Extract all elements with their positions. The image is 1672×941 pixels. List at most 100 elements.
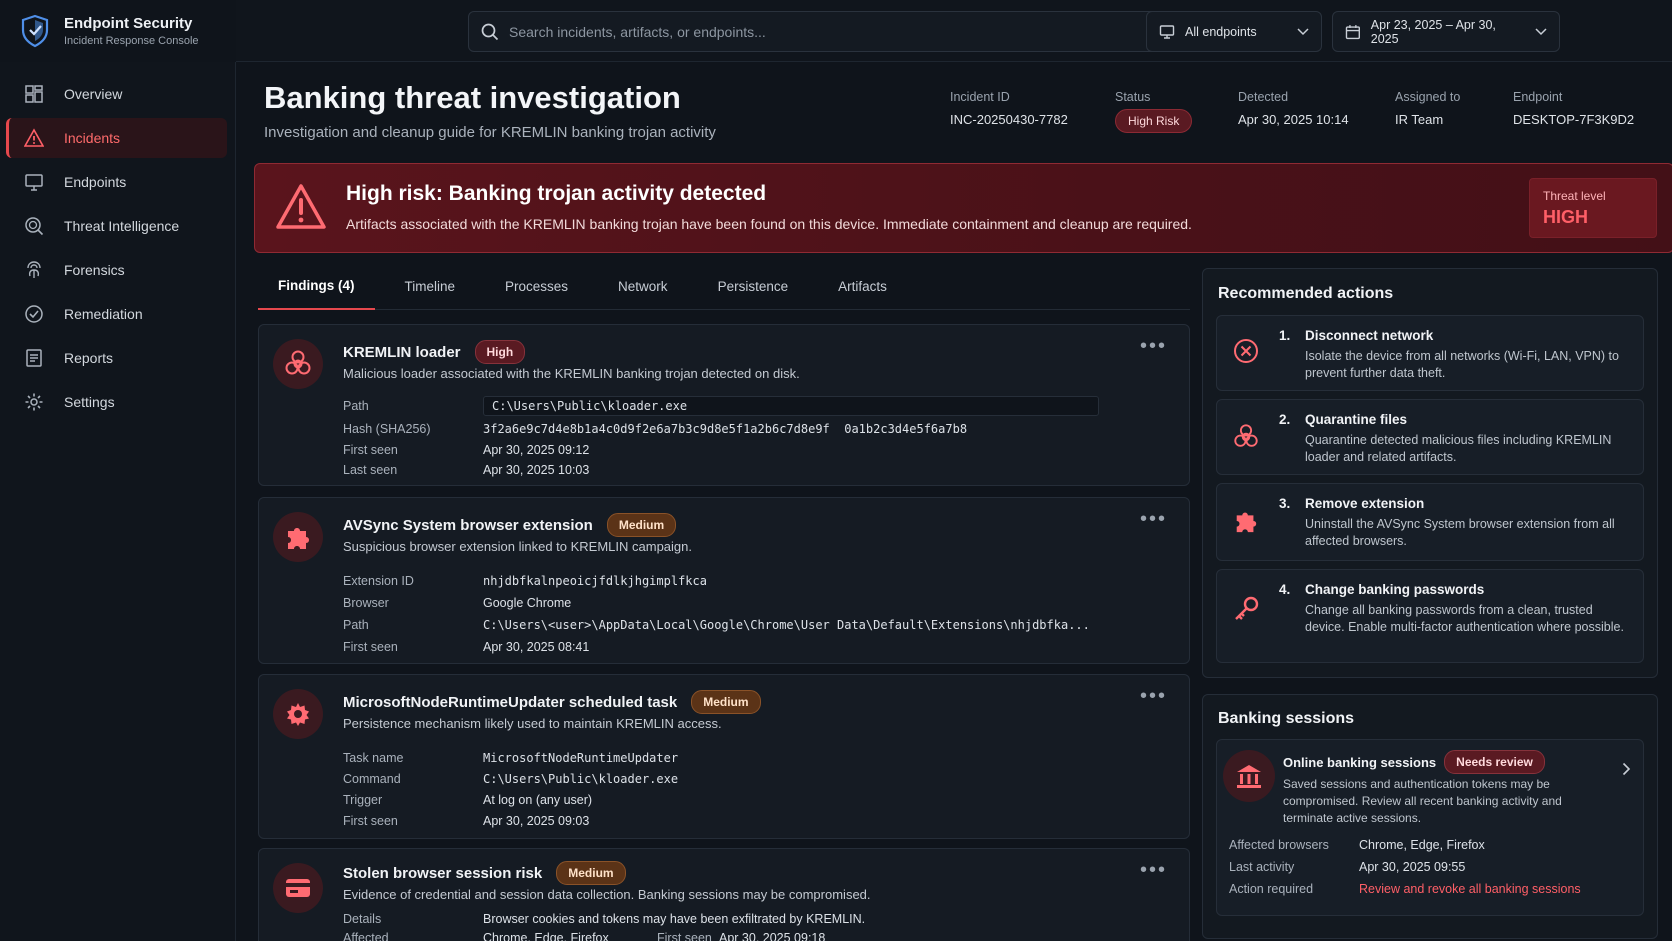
tab-artifacts[interactable]: Artifacts [818, 262, 907, 310]
tab-findings[interactable]: Findings (4) [258, 262, 375, 310]
puzzle-icon [273, 512, 323, 562]
meta-assigned: Assigned to IR Team [1395, 90, 1460, 127]
calendar-icon [1345, 24, 1360, 39]
finding-card-stolen-session[interactable]: Stolen browser session risk Medium Evide… [258, 848, 1190, 941]
sidebar-item-label: Endpoints [64, 174, 127, 190]
hash-value: 3f2a6e9c7d4e8b1a4c0d9f2e6a7b3c9d8e5f1a2b… [483, 422, 968, 437]
sidebar-item-settings[interactable]: Settings [6, 382, 227, 422]
page-title: Banking threat investigation [264, 80, 681, 115]
session-title: Online banking sessions [1283, 754, 1437, 770]
banking-sessions-panel: Banking sessions Online banking sessions… [1202, 694, 1658, 939]
sidebar-item-endpoints[interactable]: Endpoints [6, 162, 227, 202]
finding-name: Stolen browser session risk [343, 864, 543, 882]
sidebar-item-overview[interactable]: Overview [6, 74, 227, 114]
meta-label: Detected [1238, 90, 1289, 104]
session-row: Last activity Apr 30, 2025 09:55 [1229, 860, 1465, 874]
sidebar-item-label: Threat Intelligence [64, 218, 180, 234]
finding-description: Persistence mechanism likely used to mai… [343, 716, 722, 731]
search-input[interactable] [509, 23, 1169, 40]
banking-session-card[interactable]: Online banking sessions Needs review Sav… [1216, 739, 1644, 916]
detail-value: Chrome, Edge, Firefox [483, 930, 609, 941]
tab-network[interactable]: Network [598, 262, 688, 310]
detail-label: Path [343, 618, 369, 632]
sidebar-item-incidents[interactable]: Incidents [6, 118, 227, 158]
finding-title: MicrosoftNodeRuntimeUpdater scheduled ta… [343, 690, 761, 714]
shield-check-icon [25, 305, 43, 323]
monitor-icon [25, 174, 43, 191]
date-range-dropdown[interactable]: Apr 23, 2025 – Apr 30, 2025 [1332, 11, 1560, 52]
session-row-label: Action required [1229, 882, 1314, 896]
meta-value: DESKTOP-7F3K9D2 [1513, 112, 1635, 127]
detail-label: Hash (SHA256) [343, 422, 431, 437]
key-icon [1231, 594, 1261, 624]
severity-badge: Medium [556, 861, 626, 885]
session-row: Affected browsers Chrome, Edge, Firefox [1229, 838, 1485, 852]
more-options-icon[interactable]: ••• [1140, 335, 1167, 358]
path-value: C:\Users\<user>\AppData\Local\Google\Chr… [483, 618, 1090, 632]
finding-card-kremlin-loader[interactable]: KREMLIN loader High Malicious loader ass… [258, 324, 1190, 486]
action-quarantine-files[interactable]: 2. Quarantine files Quarantine detected … [1216, 399, 1644, 475]
finding-card-scheduled-task[interactable]: MicrosoftNodeRuntimeUpdater scheduled ta… [258, 674, 1190, 839]
tab-processes[interactable]: Processes [485, 262, 588, 310]
action-change-passwords[interactable]: 4. Change banking passwords Change all b… [1216, 569, 1644, 663]
detail-label: Path [343, 399, 369, 413]
more-options-icon[interactable]: ••• [1140, 508, 1167, 531]
high-risk-alert-banner: High risk: Banking trojan activity detec… [254, 163, 1672, 253]
action-disconnect-network[interactable]: 1. Disconnect network Isolate the device… [1216, 315, 1644, 391]
tab-timeline[interactable]: Timeline [385, 262, 476, 310]
app-subtitle: Incident Response Console [64, 35, 199, 47]
severity-badge: Medium [606, 513, 677, 537]
warning-icon [24, 128, 44, 147]
meta-label: Status [1115, 90, 1151, 104]
more-options-icon[interactable]: ••• [1140, 859, 1167, 882]
detail-label: Command [343, 771, 401, 786]
tab-persistence[interactable]: Persistence [698, 262, 809, 310]
bank-icon [1223, 750, 1275, 802]
finding-title: Stolen browser session risk Medium [343, 861, 626, 885]
finding-details: Extension ID nhjdbfkalnpeoicjfdlkjhgimplf… [343, 570, 1163, 658]
finding-description: Evidence of credential and session data … [343, 887, 871, 902]
detail-label: Trigger [343, 792, 383, 807]
action-remove-extension[interactable]: 3. Remove extension Uninstall the AVSync… [1216, 483, 1644, 561]
recommended-actions-panel: Recommended actions 1. Disconnect networ… [1202, 268, 1658, 678]
app-brand[interactable]: Endpoint Security Incident Response Cons… [0, 0, 236, 62]
detail-value: Apr 30, 2025 08:41 [483, 640, 590, 654]
sidebar-item-label: Reports [64, 350, 114, 366]
session-row-value: Apr 30, 2025 09:55 [1359, 860, 1466, 874]
endpoint-filter-dropdown[interactable]: All endpoints [1146, 11, 1322, 52]
finding-title: KREMLIN loader High [343, 340, 526, 364]
meta-incident-id: Incident ID INC-20250430-7782 [950, 90, 1068, 127]
detail-value: Apr 30, 2025 09:03 [483, 813, 590, 828]
chevron-right-icon[interactable] [1622, 762, 1631, 781]
finding-name: KREMLIN loader [343, 343, 461, 361]
session-header: Online banking sessions Needs review [1283, 750, 1545, 774]
action-description: Uninstall the AVSync System browser exte… [1305, 517, 1615, 548]
top-bar: All endpoints Apr 23, 2025 – Apr 30, 202… [236, 0, 1672, 62]
more-options-icon[interactable]: ••• [1140, 685, 1167, 708]
sidebar-item-label: Remediation [64, 306, 143, 322]
puzzle-icon [1231, 506, 1261, 536]
sidebar-item-threat-intelligence[interactable]: Threat Intelligence [6, 206, 227, 246]
path-value[interactable]: C:\Users\Public\kloader.exe [483, 396, 1099, 416]
sidebar-item-label: Overview [64, 86, 123, 102]
gear-icon [25, 393, 43, 411]
detail-value: C:\Users\Public\kloader.exe [483, 771, 679, 786]
sidebar-item-forensics[interactable]: Forensics [6, 250, 227, 290]
session-description: Saved sessions and authentication tokens… [1283, 777, 1562, 825]
detail-label: First seen [343, 640, 398, 654]
sidebar-item-remediation[interactable]: Remediation [6, 294, 227, 334]
detail-label: First seen [343, 442, 398, 457]
page-subtitle: Investigation and cleanup guide for KREM… [264, 124, 716, 141]
sidebar-item-reports[interactable]: Reports [6, 338, 227, 378]
detail-value: Apr 30, 2025 09:12 [483, 442, 590, 457]
action-number: 2. [1279, 412, 1291, 427]
radar-icon [25, 217, 44, 236]
action-description: Isolate the device from all networks (Wi… [1305, 349, 1619, 380]
sidebar-item-label: Settings [64, 394, 115, 410]
finding-details: Task name MicrosoftNodeRuntimeUpdater Com… [343, 747, 1163, 831]
finding-card-browser-extension[interactable]: AVSync System browser extension Medium S… [258, 497, 1190, 664]
detail-label: First seen [657, 930, 712, 941]
panel-title: Banking sessions [1218, 710, 1355, 727]
revoke-sessions-link[interactable]: Review and revoke all banking sessions [1359, 882, 1581, 896]
search-box[interactable] [468, 11, 1205, 52]
